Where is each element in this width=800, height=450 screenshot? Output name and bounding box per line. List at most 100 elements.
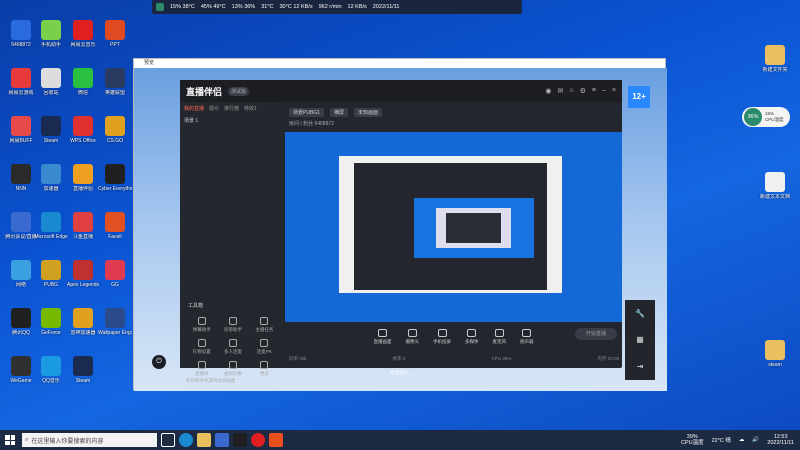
desktop-icon-label: 加速器: [43, 186, 59, 192]
top-field[interactable]: 场景PUBG1: [289, 107, 324, 117]
explorer-icon[interactable]: [197, 433, 211, 447]
tool-icon: [228, 339, 237, 347]
app-icon: [41, 20, 61, 40]
app-icon: [105, 164, 125, 184]
edge-icon[interactable]: [179, 433, 193, 447]
qq-icon[interactable]: [233, 433, 247, 447]
app-icon: [41, 212, 61, 232]
search-box[interactable]: ⌕ 在这里输入你要搜索的内容: [22, 433, 157, 447]
desktop-icon[interactable]: 英雄联盟: [98, 68, 132, 96]
desktop-icon[interactable]: 网络: [4, 260, 38, 288]
desktop-icon[interactable]: QQ音乐: [34, 356, 68, 384]
desktop-icon[interactable]: GeForce: [34, 308, 68, 336]
minimize-icon[interactable]: –: [602, 87, 606, 95]
status-item: CPU 36%: [491, 356, 512, 361]
desktop-icon-label: 微信: [77, 90, 88, 96]
netease-icon[interactable]: [251, 433, 265, 447]
clock[interactable]: 12:53 2022/11/11: [767, 434, 794, 446]
desktop-icon[interactable]: 6468872: [4, 20, 38, 48]
desktop-icon[interactable]: 回收站: [34, 68, 68, 96]
desktop-icon[interactable]: 网易云游戏: [4, 68, 38, 96]
tab-0[interactable]: 我的直播: [184, 105, 204, 112]
tool-button[interactable]: 房管助手: [217, 317, 248, 333]
tool-button[interactable]: 多人连麦: [217, 339, 248, 355]
cpu-tray-label: CPU温度: [680, 440, 704, 446]
avatar-icon[interactable]: ◉: [545, 87, 551, 95]
source-button[interactable]: 扬声器: [520, 329, 534, 345]
desktop-icon-label: 新建文本文档: [759, 194, 790, 200]
store-icon[interactable]: [215, 433, 229, 447]
top-field[interactable]: 横屏: [329, 107, 348, 117]
source-button[interactable]: 直播画面: [374, 329, 392, 345]
tool-button[interactable]: 弹幕助手: [186, 317, 217, 333]
desktop-icon[interactable]: 加速器: [34, 164, 68, 192]
weather[interactable]: 22°C 晴: [712, 436, 731, 444]
desktop-icon[interactable]: Steam: [34, 116, 68, 144]
menu-icon[interactable]: ≡: [592, 87, 596, 95]
app-icon: [73, 68, 93, 88]
desktop-icon-label: 网易云音乐: [70, 42, 96, 48]
desktop-icon[interactable]: 腾讯会议/直播: [4, 212, 38, 240]
desktop-icon[interactable]: 雷神加速器: [66, 308, 100, 336]
desktop-icon-label: Wallpaper Engine: [98, 330, 132, 336]
desktop-icon[interactable]: WPS Office: [66, 116, 100, 144]
desktop-icon-label: Microsoft Edge: [34, 234, 68, 240]
mail-icon[interactable]: ✉: [558, 87, 564, 95]
enter-strip[interactable]: 点击进入: [133, 367, 666, 379]
wrench-icon[interactable]: 🔧: [635, 309, 645, 318]
desktop-icon[interactable]: NNN: [4, 164, 38, 192]
desktop-icon[interactable]: 网易云音乐: [66, 20, 100, 48]
desktop-icon[interactable]: 新建文本文档: [758, 172, 792, 200]
desktop-icon[interactable]: 微信: [66, 68, 100, 96]
scene-item[interactable]: 场景 1: [180, 115, 283, 126]
desktop-icon[interactable]: PPT: [98, 20, 132, 48]
calculator-icon[interactable]: ▦: [636, 335, 644, 344]
desktop-icon[interactable]: WeGame: [4, 356, 38, 384]
app-icon: [11, 260, 31, 280]
tab-3[interactable]: 特效1: [244, 105, 257, 112]
gift-icon[interactable]: ⌂: [569, 87, 573, 95]
desktop-icon[interactable]: 新建文件夹: [758, 45, 792, 73]
desktop-icon-label: 斗鱼直播: [72, 234, 93, 240]
desktop-icon[interactable]: Steam: [66, 356, 100, 384]
desktop-icon[interactable]: 直播伴侣: [66, 164, 100, 192]
task-view-icon[interactable]: [161, 433, 175, 447]
desktop-icon[interactable]: steam: [758, 340, 792, 368]
nested-preview-2: [436, 208, 511, 248]
desktop-icon[interactable]: 腾讯QQ: [4, 308, 38, 336]
preview-canvas[interactable]: [285, 132, 622, 322]
start-button[interactable]: [2, 432, 18, 448]
close-icon[interactable]: ×: [612, 87, 616, 95]
desktop-icon[interactable]: GG: [98, 260, 132, 288]
settings-icon[interactable]: ⚙: [580, 87, 586, 95]
exit-icon[interactable]: ⇥: [637, 362, 644, 371]
tool-button[interactable]: 礼物设置: [186, 339, 217, 355]
tab-1[interactable]: 观众: [209, 105, 219, 112]
app-icon: [105, 20, 125, 40]
desktop-icon[interactable]: Microsoft Edge: [34, 212, 68, 240]
desktop-icon[interactable]: 斗鱼直播: [66, 212, 100, 240]
desktop-icon[interactable]: Apex Legends: [66, 260, 100, 288]
desktop-icon[interactable]: Wallpaper Engine: [98, 308, 132, 336]
desktop-icon[interactable]: PUBG: [34, 260, 68, 288]
header-icons: ◉ ✉ ⌂ ⚙ ≡ – ×: [545, 87, 616, 95]
status-item: 内存 00:00: [597, 356, 619, 361]
tool-button[interactable]: 连麦PK: [249, 339, 280, 355]
source-button[interactable]: 麦克风: [493, 329, 506, 345]
volume-icon[interactable]: 🔊: [752, 437, 759, 443]
top-field[interactable]: 未知画面: [353, 107, 382, 117]
source-button[interactable]: 摄像头: [406, 329, 419, 345]
desktop-icon[interactable]: Cyber Everything: [98, 164, 132, 192]
stream-app-icon[interactable]: [269, 433, 283, 447]
tool-button[interactable]: 主播任务: [249, 317, 280, 333]
source-button[interactable]: 多媒体: [465, 329, 479, 345]
tab-2[interactable]: 排行榜: [224, 105, 239, 112]
desktop-icon-label: WPS Office: [70, 138, 96, 144]
desktop-icon[interactable]: CS:GO: [98, 116, 132, 144]
start-live-button[interactable]: 开始直播: [575, 328, 617, 340]
desktop-icon[interactable]: Faceit: [98, 212, 132, 240]
source-button[interactable]: 手机投屏: [433, 329, 451, 345]
network-icon[interactable]: ☁: [739, 437, 745, 443]
desktop-icon[interactable]: 网易BUFF: [4, 116, 38, 144]
desktop-icon[interactable]: 手机助手: [34, 20, 68, 48]
